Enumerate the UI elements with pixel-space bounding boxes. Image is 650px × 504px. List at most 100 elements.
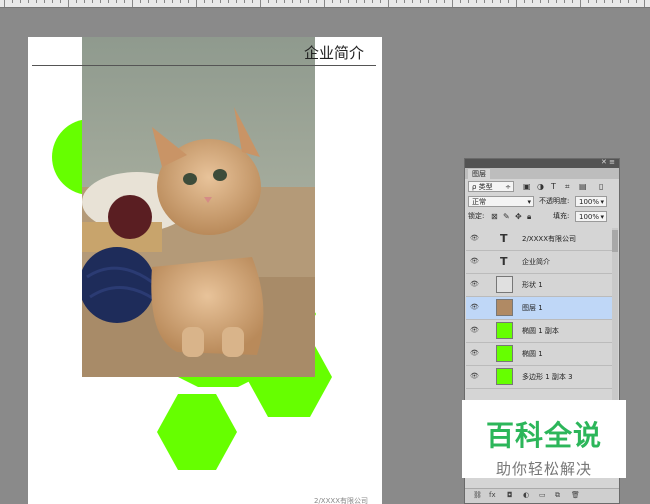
layer-row[interactable]: 👁︎ T 企业简介 [466,251,613,274]
opacity-label: 不透明度: [539,197,570,205]
ruler-tick [196,0,197,7]
ruler-tick [500,0,501,3]
eye-icon[interactable]: 👁︎ [470,258,479,265]
ruler-tick [108,0,109,3]
lock-all-icon[interactable]: 🔒︎ [527,211,531,222]
shape-thumbnail-icon [496,345,513,362]
eye-icon[interactable]: 👁︎ [470,235,479,242]
ruler-tick [412,0,413,3]
lock-transparency-icon[interactable]: ⊠ [491,211,498,222]
layer-row[interactable]: 👁︎ 多边形 1 副本 3 [466,366,613,389]
new-layer-icon[interactable]: ⧉ [555,491,560,500]
ruler-tick [292,0,293,3]
filter-toggle-icon[interactable]: ▯ [599,181,603,192]
watermark-title: 百科全说 [485,419,602,452]
ruler-tick [612,0,613,3]
trash-icon[interactable]: 🗑︎ [571,491,580,499]
adjustment-filter-icon[interactable]: ◑ [537,181,544,192]
layer-row[interactable]: 👁︎ 形状 1 [466,274,613,297]
ruler-tick [604,0,605,3]
ruler-tick [524,0,525,3]
tab-layers[interactable]: 图层 [468,169,490,179]
image-thumbnail-icon [496,299,513,316]
fill-input[interactable]: 100% ▾ [575,211,607,222]
ruler-tick [468,0,469,3]
mask-icon[interactable]: ◘ [507,491,513,499]
layer-row[interactable]: 👁︎ T 2/XXXX有限公司 [466,228,613,251]
link-layers-icon[interactable]: ⛓ [473,491,482,499]
layer-row[interactable]: 👁︎ 椭圆 1 副本 [466,320,613,343]
opacity-input[interactable]: 100% ▾ [575,196,607,207]
ruler-tick [548,0,549,3]
ruler-tick [172,0,173,3]
ruler-tick [148,0,149,3]
title-divider [32,65,376,66]
filter-kind-select[interactable]: ρ 类型 ÷ [468,181,514,192]
ruler-tick [284,0,285,3]
ruler-tick [204,0,205,3]
ruler-tick [308,0,309,3]
lock-pixels-icon[interactable]: ✎ [503,211,510,222]
ruler-tick [532,0,533,3]
shape-thumbnail-icon [496,322,513,339]
layer-row-selected[interactable]: 👁︎ 图层 1 [466,297,613,320]
image-filter-icon[interactable]: ▣ [523,181,531,192]
chevron-down-icon: ▾ [600,198,604,206]
eye-icon[interactable]: 👁︎ [470,373,479,380]
panel-header[interactable]: ✕ ≡ [465,158,619,168]
ruler-tick [420,0,421,3]
eye-icon[interactable]: 👁︎ [470,281,479,288]
layer-name: 图层 1 [522,304,543,312]
layer-name: 2/XXXX有限公司 [522,235,576,243]
ruler-tick [596,0,597,3]
horizontal-ruler[interactable] [0,0,650,8]
scrollbar-thumb[interactable] [612,230,618,252]
lock-position-icon[interactable]: ✥ [515,211,522,222]
ruler-tick [212,0,213,3]
shape-thumbnail-icon [496,368,513,385]
ruler-tick [484,0,485,3]
ruler-tick [396,0,397,3]
ruler-tick [516,0,517,7]
panel-close-icon[interactable]: ✕ ≡ [601,158,615,166]
panel-tabbar: 图层 [465,168,619,179]
text-filter-icon[interactable]: T [551,181,556,192]
ruler-tick [356,0,357,3]
lock-row: 锁定: ⊠ ✎ ✥ 🔒︎ 填充: 100% ▾ [465,209,619,224]
eye-icon[interactable]: 👁︎ [470,304,479,311]
chevron-down-icon: ÷ [505,183,511,191]
ruler-tick [404,0,405,3]
eye-icon[interactable]: 👁︎ [470,350,479,357]
ruler-tick [372,0,373,3]
adjustment-layer-icon[interactable]: ◐ [523,491,529,499]
ruler-tick [628,0,629,3]
document-canvas[interactable]: 企业简介 2/XXXX有限公司 [28,37,382,504]
ruler-tick [380,0,381,3]
ruler-tick [452,0,453,7]
group-icon[interactable]: ▭ [539,491,546,499]
ruler-tick [44,0,45,3]
eye-icon[interactable]: 👁︎ [470,327,479,334]
fx-icon[interactable]: fx [489,491,496,499]
ruler-tick [428,0,429,3]
ruler-tick [580,0,581,7]
shape-filter-icon[interactable]: ⌗ [565,181,570,192]
panel-footer: ⛓ fx ◘ ◐ ▭ ⧉ 🗑︎ [465,488,619,503]
layer-row[interactable]: 👁︎ 椭圆 1 [466,343,613,366]
ruler-tick [508,0,509,3]
ruler-tick [644,0,645,7]
document-footer: 2/XXXX有限公司 [314,497,368,504]
text-layer-icon: T [500,255,508,268]
fill-value: 100% [579,213,600,221]
layer-name: 企业简介 [522,258,550,266]
ruler-tick [228,0,229,3]
ruler-tick [340,0,341,3]
blend-mode-value: 正常 [472,198,486,206]
blend-mode-select[interactable]: 正常 ▾ [468,196,534,207]
layer-name: 多边形 1 副本 3 [522,373,573,381]
ruler-tick [220,0,221,3]
ruler-tick [244,0,245,3]
smart-object-filter-icon[interactable]: ▤ [579,181,587,192]
ruler-tick [316,0,317,3]
layer-name: 椭圆 1 副本 [522,327,559,335]
